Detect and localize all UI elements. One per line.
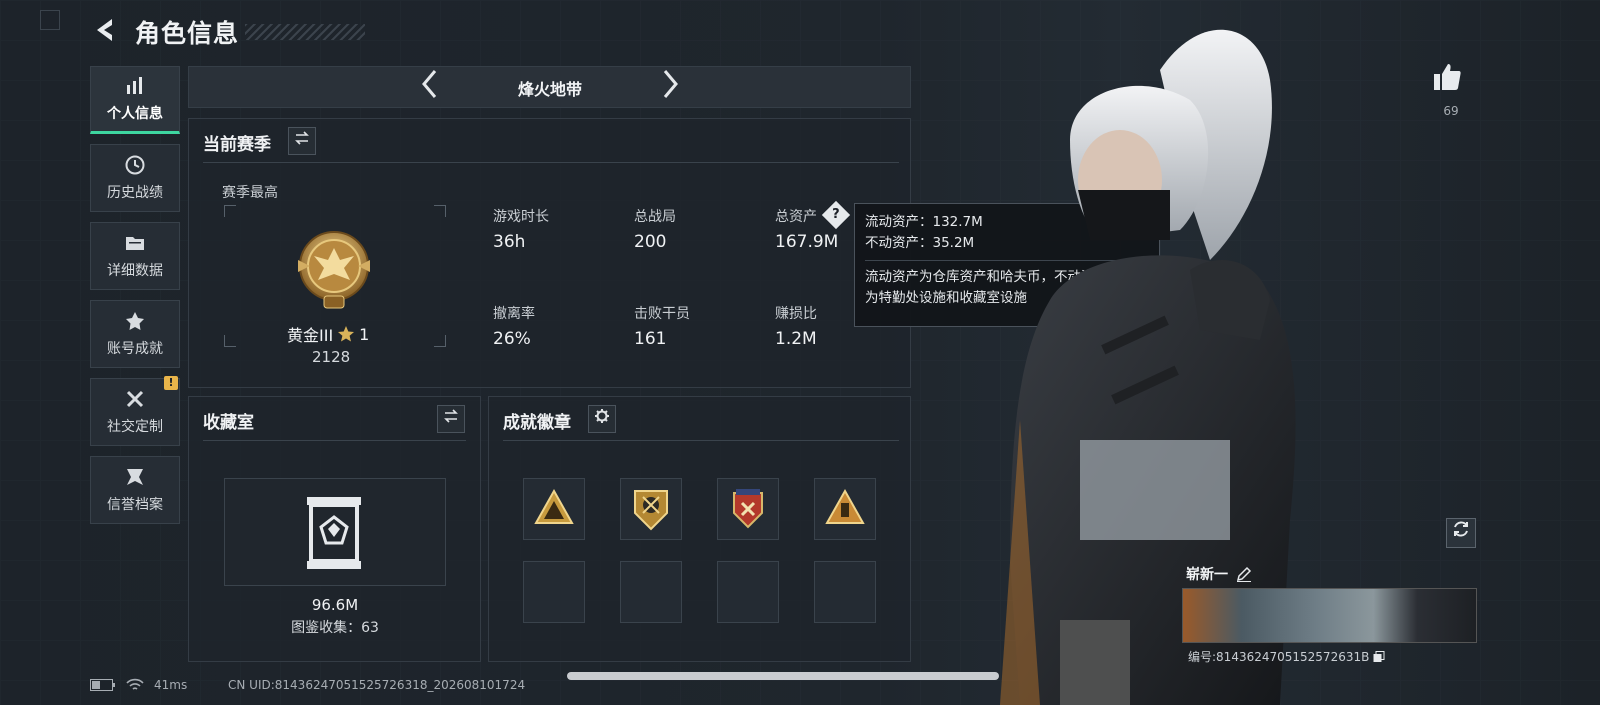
season-switch-button[interactable] [288,127,316,155]
collection-divider [203,440,466,441]
battery-icon [90,679,115,691]
collection-switch-button[interactable] [437,405,465,433]
stat-label: 撤离率 [493,306,535,322]
stat-label: 游戏时长 [493,209,549,225]
chevron-right-icon [663,70,678,98]
rank-points: 2128 [312,348,351,366]
player-name: 崭新一 [1186,567,1228,583]
achievements-title: 成就徽章 [503,413,571,433]
rotate-model-button[interactable] [1446,518,1476,548]
mode-prev-button[interactable] [415,68,445,106]
stat-value: 161 [634,329,667,349]
edit-icon[interactable] [1236,566,1252,582]
collection-title: 收藏室 [203,413,254,433]
stat-value: 167.9M [775,232,839,252]
stat-value: 26% [493,329,531,349]
collection-room-icon [307,497,361,569]
sidebar-item-label: 社交定制 [107,419,163,435]
player-card-banner[interactable] [1182,588,1477,643]
achievement-badge-slot[interactable] [814,478,876,540]
sidebar-item-label: 信誉档案 [107,497,163,513]
sidebar-item-achievements[interactable]: 账号成就 [90,300,180,368]
stat-value: 1.2M [775,329,817,349]
star-icon [338,326,355,342]
ping-value: 41ms [154,678,188,692]
triangle-figure-badge-icon [825,488,865,524]
sidebar-item-personal-info[interactable]: 个人信息 [90,66,180,134]
collection-count: 图鉴收集：63 [291,620,379,636]
red-shield-badge-icon [733,489,763,529]
sidebar-item-detailed-data[interactable]: 详细数据 [90,222,180,290]
achievement-badge-slot[interactable] [717,478,779,540]
corner-decoration [40,10,60,30]
achievements-divider [503,440,899,441]
achievement-badge-slot[interactable] [620,478,682,540]
empty-badge-slot[interactable] [814,561,876,623]
mode-next-button[interactable] [655,68,685,106]
rank-stars: 1 [359,324,370,344]
uid-text: CN UID:81436247051525726318_202608101724 [228,678,526,692]
empty-badge-slot[interactable] [523,561,585,623]
rank-name: 黄金III [287,326,334,345]
player-name-row: 崭新一 [1186,564,1252,584]
player-id-row: 编号:8143624705152572631B [1188,648,1385,665]
sidebar-item-reputation[interactable]: 信誉档案 [90,456,180,524]
achievements-settings-button[interactable] [588,405,616,433]
player-id: 编号:8143624705152572631B [1188,650,1370,664]
stat-label: 击败干员 [634,306,690,322]
shield-crest-badge-icon [634,490,668,531]
history-icon [125,155,145,175]
back-arrow-icon [97,19,112,41]
triangle-badge-icon [534,488,574,524]
home-indicator[interactable] [567,672,999,680]
medal-icon [126,312,144,330]
season-divider [203,162,899,163]
title-stripes-decoration [245,24,365,40]
swap-icon [295,131,309,145]
sidebar-item-label: 个人信息 [107,106,163,122]
wifi-icon [126,678,144,690]
refresh-icon [1454,521,1468,537]
like-count: 69 [1443,104,1459,118]
gold-rank-emblem-icon [298,231,370,309]
page-title: 角色信息 [135,19,240,48]
like-button[interactable] [1432,62,1462,99]
stat-label: 赚损比 [775,306,817,322]
empty-badge-slot[interactable] [620,561,682,623]
back-button[interactable] [92,16,122,48]
copy-icon[interactable] [1373,650,1385,663]
thumbs-up-icon [1434,64,1461,90]
stat-label: 总资产 [775,209,817,225]
stat-value: 36h [493,232,526,252]
achievement-badge-slot[interactable] [523,478,585,540]
tools-icon [126,390,144,408]
shield-icon [127,469,143,485]
chevron-left-icon [422,70,437,98]
bar-chart-icon [127,77,142,94]
sidebar-item-label: 账号成就 [107,341,163,357]
sidebar-item-label: 历史战绩 [107,185,163,201]
swap-icon [444,409,458,423]
sidebar-item-label: 详细数据 [107,263,163,279]
sidebar-item-history[interactable]: 历史战绩 [90,144,180,212]
empty-badge-slot[interactable] [717,561,779,623]
mode-label: 烽火地带 [517,80,582,99]
season-title: 当前赛季 [203,135,271,155]
stat-value: 200 [634,232,667,252]
status-bar: 41ms [90,678,187,692]
stat-label: 总战局 [634,209,676,225]
alert-badge: ! [164,376,178,390]
gear-icon [595,409,609,423]
rank-name-row: 黄金III 1 [287,322,369,346]
season-highest-label: 赛季最高 [222,185,278,201]
collection-value: 96.6M [311,596,359,614]
folder-icon [126,237,144,250]
